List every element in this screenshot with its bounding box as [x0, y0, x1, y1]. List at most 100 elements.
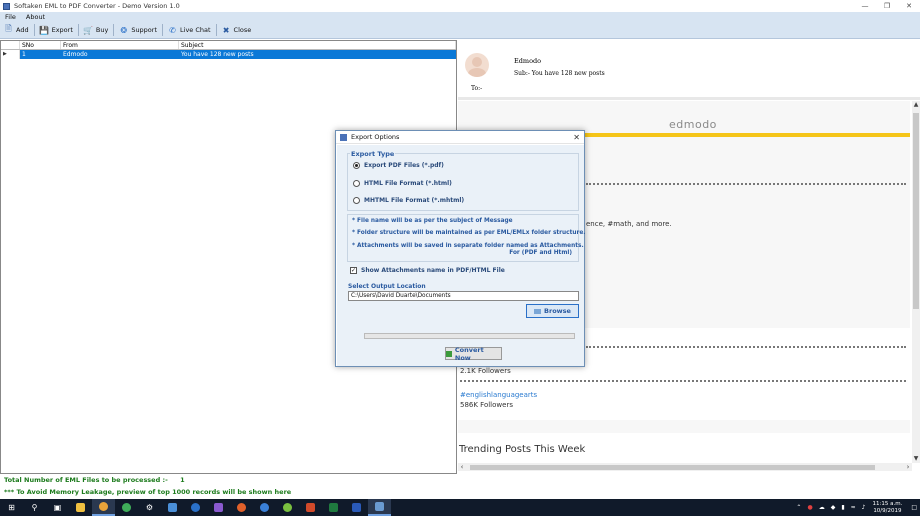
- scroll-left-icon[interactable]: ‹: [458, 463, 466, 471]
- export-button[interactable]: 💾 Export: [36, 23, 77, 38]
- toolbar-separator: [33, 24, 35, 36]
- output-location-input[interactable]: C:\Users\David Duarte\Documents: [348, 291, 579, 301]
- table-row[interactable]: ▶ 1 Edmodo You have 128 new posts: [1, 50, 456, 59]
- file-explorer-icon[interactable]: [69, 499, 92, 516]
- radio-pdf-button[interactable]: [353, 162, 360, 169]
- conversion-progress-bar: [364, 333, 575, 339]
- visual-studio-icon[interactable]: [207, 499, 230, 516]
- notifications-icon[interactable]: □: [911, 504, 917, 511]
- body-snippet: ence, #math, and more.: [586, 220, 672, 228]
- browse-button-label: Browse: [544, 307, 571, 315]
- followers-count: 2.1K Followers: [460, 367, 511, 375]
- menu-about[interactable]: About: [21, 13, 50, 21]
- radio-pdf[interactable]: Export PDF Files (*.pdf): [353, 162, 444, 169]
- tray-wifi-icon[interactable]: ≈: [851, 504, 856, 511]
- column-header-subject[interactable]: Subject: [179, 41, 456, 49]
- app-ring-icon[interactable]: [184, 499, 207, 516]
- app-lime-icon[interactable]: [276, 499, 299, 516]
- folder-icon: [534, 308, 542, 314]
- radio-pdf-label: Export PDF Files (*.pdf): [364, 162, 444, 169]
- convert-button-label: Convert Now: [454, 345, 484, 362]
- tray-battery-icon[interactable]: ▮: [841, 504, 844, 511]
- radio-mhtml[interactable]: MHTML File Format (*.mhtml): [353, 197, 464, 204]
- hashtag-link[interactable]: #englishlanguagearts: [460, 391, 537, 399]
- close-window-icon[interactable]: ✕: [898, 0, 920, 12]
- scrollbar-thumb[interactable]: [470, 465, 875, 470]
- output-location-label: Select Output Location: [348, 283, 426, 290]
- tray-volume-icon[interactable]: ♪: [862, 504, 866, 511]
- restore-icon[interactable]: ❐: [876, 0, 898, 12]
- column-header-from[interactable]: From: [61, 41, 179, 49]
- convert-now-button[interactable]: Convert Now: [445, 345, 502, 362]
- windows-start-icon[interactable]: ⊞: [0, 499, 23, 516]
- clock-time: 11:15 a.m.: [872, 500, 903, 507]
- window-controls: — ❐ ✕: [854, 0, 920, 12]
- excel-icon[interactable]: [322, 499, 345, 516]
- support-button[interactable]: ❂ Support: [115, 23, 161, 38]
- add-button[interactable]: 🗎 Add: [0, 23, 33, 38]
- status-memory-note: *** To Avoid Memory Leakage, preview of …: [4, 488, 292, 496]
- powerpoint-icon[interactable]: [299, 499, 322, 516]
- firefox-icon[interactable]: [230, 499, 253, 516]
- radio-html[interactable]: HTML File Format (*.html): [353, 180, 452, 187]
- tray-chevron-icon[interactable]: ⌃: [796, 504, 801, 511]
- show-attachments-option[interactable]: ✓ Show Attachments name in PDF/HTML File: [350, 267, 505, 274]
- minimize-icon[interactable]: —: [854, 0, 876, 12]
- toolbar-separator: [113, 24, 115, 36]
- cell-from: Edmodo: [63, 51, 88, 58]
- row-indicator-icon: ▶: [1, 50, 20, 59]
- converter-app-icon[interactable]: [368, 499, 391, 516]
- preview-to: To:-: [471, 85, 483, 92]
- export-icon: 💾: [39, 25, 50, 35]
- toolbar-separator: [77, 24, 79, 36]
- grid-header-indicator: [1, 41, 20, 49]
- preview-vertical-scrollbar[interactable]: ▲ ▼: [912, 101, 920, 463]
- add-file-icon: 🗎: [5, 24, 12, 33]
- tray-dropbox-icon[interactable]: ◆: [831, 504, 836, 511]
- scroll-up-icon[interactable]: ▲: [912, 101, 920, 109]
- scrollbar-thumb[interactable]: [913, 113, 919, 309]
- menu-bar: File About: [0, 12, 920, 22]
- close-button-label: Close: [233, 26, 252, 34]
- scroll-right-icon[interactable]: ›: [904, 463, 912, 471]
- word-icon[interactable]: [345, 499, 368, 516]
- support-button-label: Support: [131, 26, 158, 34]
- app-blue-icon[interactable]: [253, 499, 276, 516]
- app-green-icon[interactable]: [115, 499, 138, 516]
- dialog-close-icon[interactable]: ✕: [573, 133, 580, 142]
- export-button-label: Export: [51, 26, 73, 34]
- scroll-down-icon[interactable]: ▼: [912, 455, 920, 463]
- taskbar: ⊞ ⚲ ▣ ⚙ ⌃ ● ☁ ◆ ▮ ≈ ♪ 11:15 a.m. 10/9/20…: [0, 499, 920, 516]
- note-attachments: * Attachments will be saved in separate …: [352, 243, 584, 249]
- phone-icon: ✆: [169, 25, 176, 35]
- status-total: Total Number of EML Files to be processe…: [4, 476, 185, 484]
- radio-mhtml-button[interactable]: [353, 197, 360, 204]
- buy-button[interactable]: 🛒 Buy: [80, 23, 112, 38]
- add-button-label: Add: [16, 26, 29, 34]
- task-view-icon[interactable]: ▣: [46, 499, 69, 516]
- preview-sender: Edmodo: [514, 57, 542, 65]
- settings-gear-icon[interactable]: ⚙: [138, 499, 161, 516]
- toolbar-separator: [215, 24, 217, 36]
- preview-divider: [458, 97, 920, 100]
- followers-count: 586K Followers: [460, 401, 513, 409]
- grid-header: SNo From Subject: [1, 41, 456, 50]
- search-icon[interactable]: ⚲: [23, 499, 46, 516]
- app-blue-gear-icon[interactable]: [161, 499, 184, 516]
- column-header-sno[interactable]: SNo: [20, 41, 61, 49]
- menu-file[interactable]: File: [0, 13, 21, 21]
- live-chat-button[interactable]: ✆ Live Chat: [164, 23, 215, 38]
- preview-horizontal-scrollbar[interactable]: ‹ ›: [458, 463, 912, 471]
- show-attachments-checkbox[interactable]: ✓: [350, 267, 357, 274]
- radio-html-button[interactable]: [353, 180, 360, 187]
- browse-button[interactable]: Browse: [526, 304, 579, 318]
- close-button[interactable]: ✖ Close: [218, 23, 256, 38]
- dialog-app-icon: [340, 133, 347, 141]
- taskbar-clock[interactable]: 11:15 a.m. 10/9/2019: [873, 501, 903, 515]
- tray-badge-icon[interactable]: ●: [807, 504, 812, 511]
- notes-group: * File name will be as per the subject o…: [347, 214, 586, 262]
- live-chat-button-label: Live Chat: [180, 26, 211, 34]
- window-title: Softaken EML to PDF Converter - Demo Ver…: [14, 2, 180, 10]
- tray-cloud-icon[interactable]: ☁: [819, 504, 825, 511]
- chrome-icon[interactable]: [92, 499, 115, 516]
